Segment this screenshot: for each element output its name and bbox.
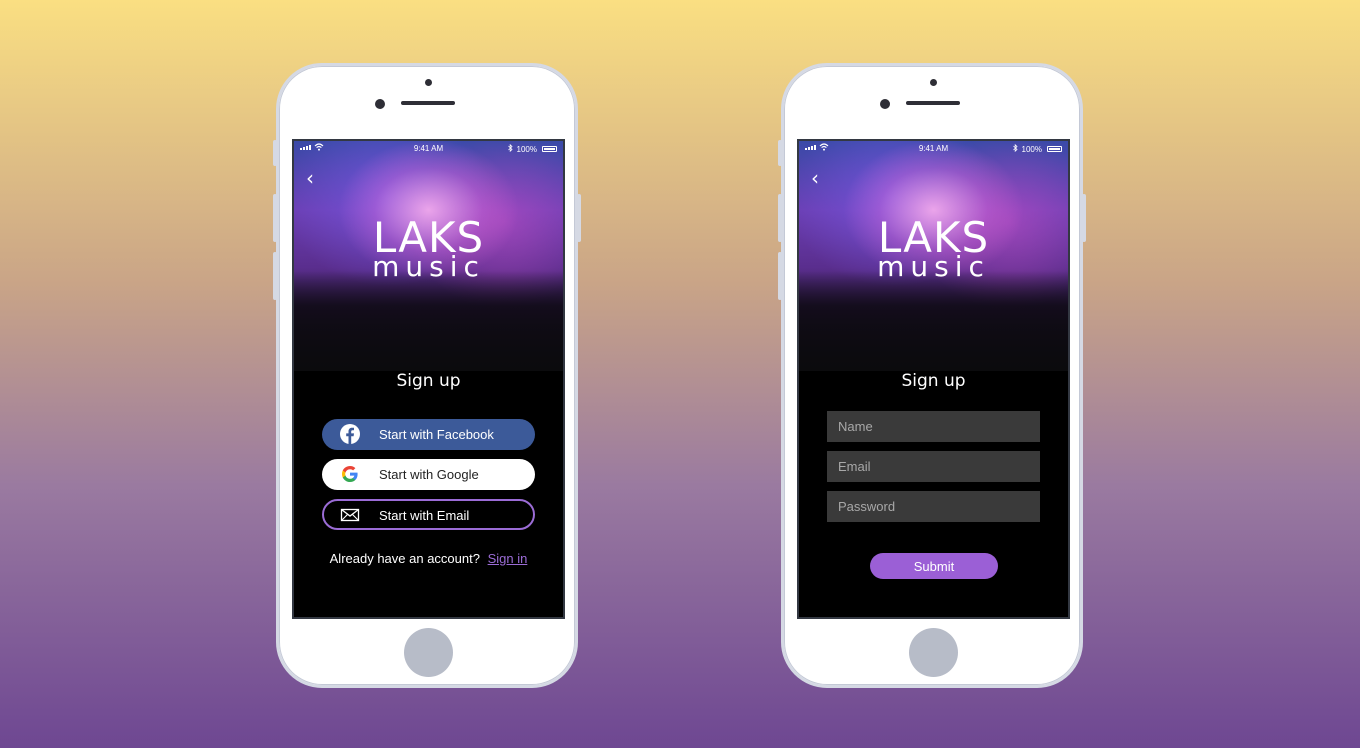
email-signup-button[interactable]: Start with Email [322, 499, 535, 530]
sensor-dot [930, 79, 937, 86]
logo-line-2: music [877, 250, 990, 283]
screen: 9:41 AM 100% ‹ LAKS music Sign up Start … [292, 139, 565, 619]
mute-switch [273, 140, 277, 166]
mute-switch [778, 140, 782, 166]
crowd-silhouette [294, 271, 563, 371]
signin-link[interactable]: Sign in [488, 551, 528, 566]
volume-down-button [778, 252, 782, 300]
logo-line-2: music [372, 250, 485, 283]
already-account-text: Already have an account? [329, 551, 480, 566]
phone-signup-options: 9:41 AM 100% ‹ LAKS music Sign up Start … [273, 63, 581, 688]
battery-percent: 100% [1021, 145, 1042, 154]
page-title: Sign up [396, 371, 461, 391]
google-button-label: Start with Google [379, 467, 479, 482]
front-camera [880, 99, 890, 109]
bluetooth-icon [1013, 143, 1018, 154]
google-signup-button[interactable]: Start with Google [322, 459, 535, 490]
submit-button[interactable]: Submit [870, 553, 998, 579]
facebook-signup-button[interactable]: Start with Facebook [322, 419, 535, 450]
page-title: Sign up [901, 371, 966, 391]
screen: 9:41 AM 100% ‹ LAKS music Sign up Submit [797, 139, 1070, 619]
power-button [577, 194, 581, 242]
email-input[interactable] [827, 451, 1040, 482]
volume-up-button [273, 194, 277, 242]
password-input[interactable] [827, 491, 1040, 522]
sensor-dot [425, 79, 432, 86]
battery-icon [542, 146, 557, 152]
phone-signup-form: 9:41 AM 100% ‹ LAKS music Sign up Submit [778, 63, 1086, 688]
google-icon [340, 464, 360, 484]
volume-up-button [778, 194, 782, 242]
battery-percent: 100% [516, 145, 537, 154]
front-camera [375, 99, 385, 109]
status-bar: 9:41 AM 100% [294, 141, 563, 157]
back-arrow-icon[interactable]: ‹ [306, 168, 314, 188]
bluetooth-icon [508, 143, 513, 154]
home-button[interactable] [404, 628, 453, 677]
earpiece-speaker [401, 101, 455, 105]
status-bar: 9:41 AM 100% [799, 141, 1068, 157]
volume-down-button [273, 252, 277, 300]
email-button-label: Start with Email [379, 508, 470, 523]
home-button[interactable] [909, 628, 958, 677]
back-arrow-icon[interactable]: ‹ [811, 168, 819, 188]
power-button [1082, 194, 1086, 242]
facebook-icon [340, 424, 360, 444]
facebook-button-label: Start with Facebook [379, 427, 494, 442]
earpiece-speaker [906, 101, 960, 105]
name-input[interactable] [827, 411, 1040, 442]
battery-icon [1047, 146, 1062, 152]
crowd-silhouette [799, 271, 1068, 371]
signin-prompt: Already have an account? Sign in [294, 551, 563, 566]
mail-icon [340, 505, 360, 525]
